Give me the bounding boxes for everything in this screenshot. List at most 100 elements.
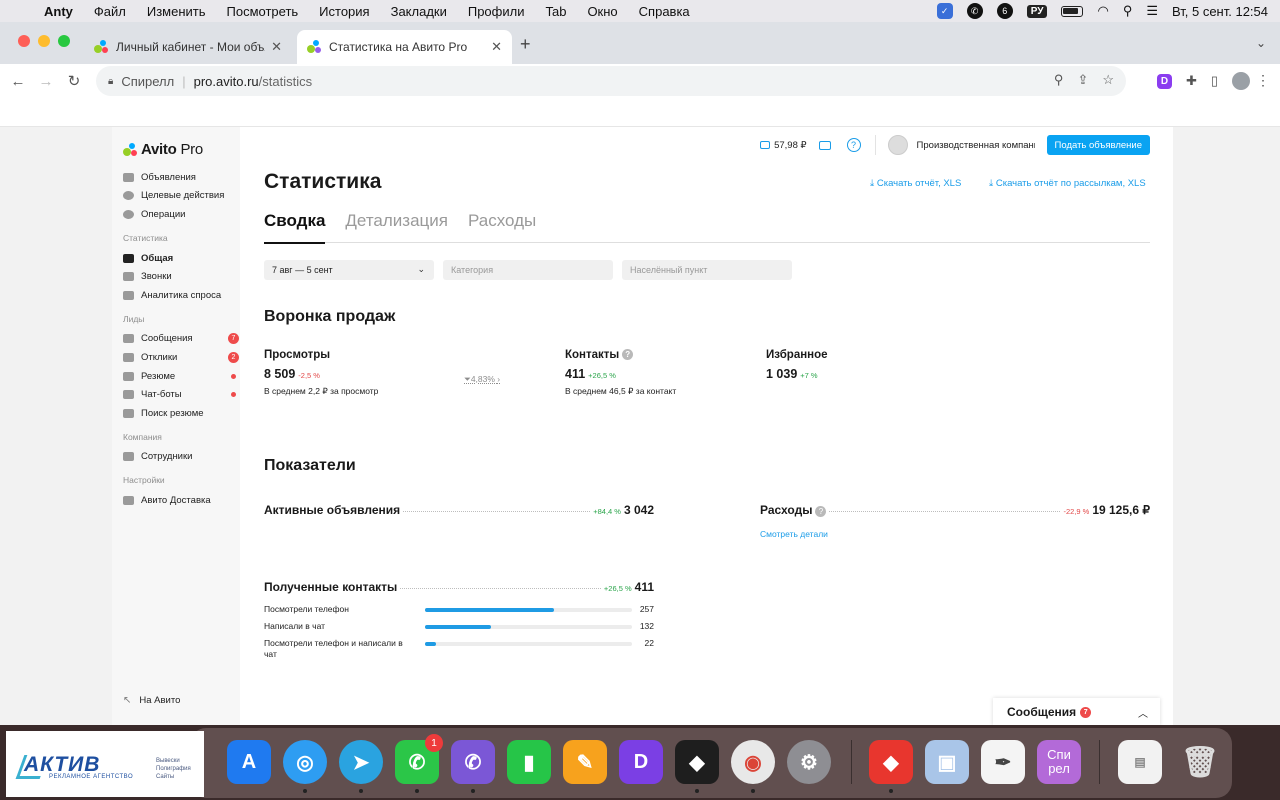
sidebar-item-label: Целевые действия (141, 190, 225, 202)
company-name[interactable]: Производственная компания (917, 140, 1035, 151)
avito-pro-logo[interactable]: Avito Pro (123, 141, 203, 158)
new-tab-plus-icon[interactable]: + (520, 34, 531, 55)
tab-close-icon[interactable]: ✕ (271, 39, 282, 55)
viber-status-icon[interactable]: ✆ (966, 3, 983, 19)
menu-item-edit[interactable]: Изменить (147, 4, 206, 19)
reload-icon[interactable]: ↻ (60, 72, 88, 90)
spotlight-search-icon[interactable]: ⚲ (1123, 3, 1133, 19)
menu-item-file[interactable]: Файл (94, 4, 126, 19)
extensions-puzzle-icon[interactable]: ✚ (1186, 73, 1197, 89)
sidebar-item-chatbots[interactable]: Чат-боты (123, 385, 243, 404)
tab-search-chevron-icon[interactable]: ⌄ (1256, 36, 1266, 50)
download-mailings-report-link[interactable]: ⤓ Скачать отчёт по рассылкам, XLS (989, 178, 1146, 189)
numbers-icon[interactable]: ▮ (507, 740, 551, 784)
company-avatar[interactable] (887, 135, 908, 155)
sidebar-item-employees[interactable]: Сотрудники (123, 448, 243, 467)
d-app-icon[interactable]: D (619, 740, 663, 784)
tab-close-icon[interactable]: ✕ (491, 39, 502, 55)
sidebar-item-resume[interactable]: Резюме (123, 367, 243, 386)
sidebar-item-operations[interactable]: Операции (123, 205, 243, 224)
pages-icon[interactable]: ✎ (563, 740, 607, 784)
app-store-icon[interactable]: A (227, 740, 271, 784)
telegram-icon[interactable]: ➤ (339, 740, 383, 784)
anydesk-icon[interactable]: ◆ (869, 740, 913, 784)
bookmark-star-icon[interactable]: ☆ (1102, 72, 1114, 88)
browser-tab-cabinet[interactable]: Личный кабинет - Мои объя... ✕ (84, 30, 292, 64)
sidebar-item-delivery[interactable]: Авито Доставка (123, 491, 243, 510)
extension-d-icon[interactable]: D (1156, 73, 1172, 89)
browser-tab-statistics[interactable]: Статистика на Авито Pro ✕ (297, 30, 512, 64)
post-ad-button[interactable]: Подать объявление (1046, 135, 1150, 155)
menu-item-history[interactable]: История (319, 4, 369, 19)
chevron-up-icon[interactable]: ︿ (1138, 705, 1148, 720)
battery-icon[interactable] (1061, 5, 1084, 17)
input-language-indicator[interactable]: РУ (1026, 4, 1048, 18)
status-app-icon[interactable]: ✓ (936, 3, 953, 19)
system-settings-icon[interactable]: ⚙ (787, 740, 831, 784)
address-bar[interactable]: 🔒︎ Спирелл | pro.avito.ru/statistics ⚲ ⇪… (96, 66, 1126, 96)
expenses-details-link[interactable]: Смотреть детали (760, 529, 828, 539)
sidebar-item-resume-search[interactable]: Поиск резюме (123, 404, 243, 423)
minimize-window-button[interactable] (38, 35, 50, 47)
help-icon[interactable]: ? (846, 138, 861, 152)
menu-item-profiles[interactable]: Профили (468, 4, 525, 19)
stats-icon[interactable] (818, 140, 831, 150)
control-center-icon[interactable]: ☰ (1146, 3, 1158, 19)
menu-item-tab[interactable]: Tab (545, 4, 566, 19)
browser-menu-icon[interactable]: ⋮ (1256, 72, 1270, 89)
trash-icon[interactable]: 🗑︎ (1178, 740, 1222, 784)
balance-wallet[interactable]: 57,98 ₽ (760, 140, 807, 151)
sidebar-item-demand-analytics[interactable]: Аналитика спроса (123, 286, 243, 305)
tab-expenses[interactable]: Расходы (468, 211, 536, 243)
tab-details[interactable]: Детализация (345, 211, 448, 243)
status-badge-icon[interactable]: 6 (996, 3, 1013, 19)
textedit-icon[interactable]: ✒ (981, 740, 1025, 784)
statistics-tabs: Сводка Детализация Расходы (264, 211, 1150, 244)
sidebar-item-general[interactable]: Общая (123, 249, 243, 268)
sidebar-item-calls[interactable]: Звонки (123, 267, 243, 286)
menu-app-name[interactable]: Anty (44, 4, 73, 19)
go-to-avito-link[interactable]: ↖ На Авито (123, 695, 180, 706)
sidebar-item-ads[interactable]: Объявления (123, 168, 243, 187)
messages-widget[interactable]: Сообщения 7 ︿ (993, 698, 1160, 725)
menu-item-view[interactable]: Посмотреть (227, 4, 299, 19)
info-icon[interactable]: ? (622, 349, 634, 360)
download-report-link[interactable]: ⤓ Скачать отчёт, XLS (870, 178, 961, 189)
wifi-icon[interactable]: ◠ (1097, 3, 1108, 19)
messages-widget-badge: 7 (1080, 706, 1092, 718)
safari-icon[interactable]: ◎ (283, 740, 327, 784)
sidebar-item-label: Поиск резюме (141, 407, 204, 419)
category-select[interactable]: Категория (443, 260, 613, 280)
lock-icon[interactable]: 🔒︎ (108, 76, 113, 87)
figma-icon[interactable]: ◆ (675, 740, 719, 784)
zoom-window-button[interactable] (58, 35, 70, 47)
sidebar-item-responses[interactable]: Отклики 2 (123, 348, 243, 367)
city-select[interactable]: Населённый пункт (622, 260, 792, 280)
info-icon[interactable]: ? (815, 506, 827, 517)
chrome-icon[interactable]: ◉ (731, 740, 775, 784)
back-arrow-icon[interactable]: ← (4, 73, 32, 90)
close-window-button[interactable] (18, 35, 30, 47)
conversion-rate[interactable]: ⏷4,83% › (464, 374, 500, 385)
recent-document-icon[interactable]: ▤ (1118, 740, 1162, 784)
forward-arrow-icon[interactable]: → (32, 73, 60, 90)
active-ads-change: +84,4 % (593, 507, 621, 516)
viber-icon[interactable]: ✆ (451, 740, 495, 784)
tab-summary[interactable]: Сводка (264, 211, 326, 244)
side-panel-icon[interactable]: ▯ (1211, 73, 1218, 89)
whatsapp-icon[interactable]: ✆ 1 (395, 734, 443, 784)
sidebar-item-target-actions[interactable]: Целевые действия (123, 187, 243, 206)
menu-clock[interactable]: Вт, 5 сент. 12:54 (1172, 4, 1268, 19)
menu-item-window[interactable]: Окно (587, 4, 617, 19)
sidebar-item-messages[interactable]: Сообщения 7 (123, 330, 243, 349)
zoom-icon[interactable]: ⚲ (1054, 72, 1064, 88)
menu-item-bookmarks[interactable]: Закладки (391, 4, 447, 19)
avito-favicon (94, 40, 108, 54)
menu-item-help[interactable]: Справка (639, 4, 690, 19)
spirel-app-icon[interactable]: Спи рел (1037, 740, 1081, 784)
breakdown-label: Посмотрели телефон (264, 604, 349, 614)
profile-avatar-icon[interactable] (1232, 72, 1250, 90)
share-icon[interactable]: ⇪ (1077, 72, 1088, 88)
date-range-select[interactable]: 7 авг — 5 сент ⌄ (264, 260, 434, 280)
preview-icon[interactable]: ▣ (925, 740, 969, 784)
